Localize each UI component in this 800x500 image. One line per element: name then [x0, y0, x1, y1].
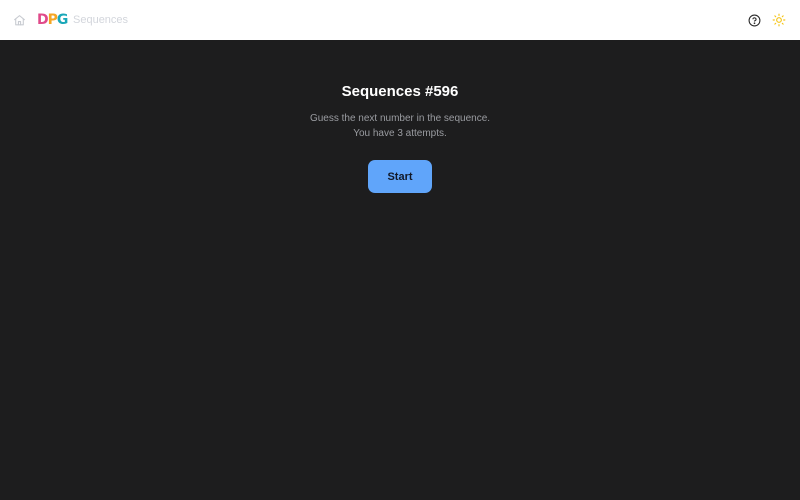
game-panel: Sequences #596 Guess the next number in … — [0, 40, 800, 500]
logo[interactable]: D P G — [37, 11, 68, 29]
description-line-1: Guess the next number in the sequence. — [309, 113, 491, 124]
help-button[interactable] — [746, 12, 762, 28]
description-line-2: You have 3 attempts. — [353, 128, 447, 139]
home-icon — [13, 14, 25, 25]
logo-letter-g: G — [56, 12, 68, 28]
top-bar: D P G Sequences — [0, 0, 800, 40]
game-description: Guess the next number in the sequence. Y… — [0, 111, 800, 141]
sun-icon — [772, 13, 786, 27]
start-button[interactable]: Start — [368, 160, 432, 193]
page-title: Sequences #596 — [341, 83, 459, 100]
breadcrumb[interactable]: Sequences — [73, 13, 128, 27]
logo-letter-d: D — [37, 12, 49, 28]
home-button[interactable] — [11, 12, 27, 28]
logo-letter-p: P — [47, 12, 58, 28]
theme-toggle-button[interactable] — [771, 12, 787, 28]
help-circle-icon — [748, 14, 760, 26]
